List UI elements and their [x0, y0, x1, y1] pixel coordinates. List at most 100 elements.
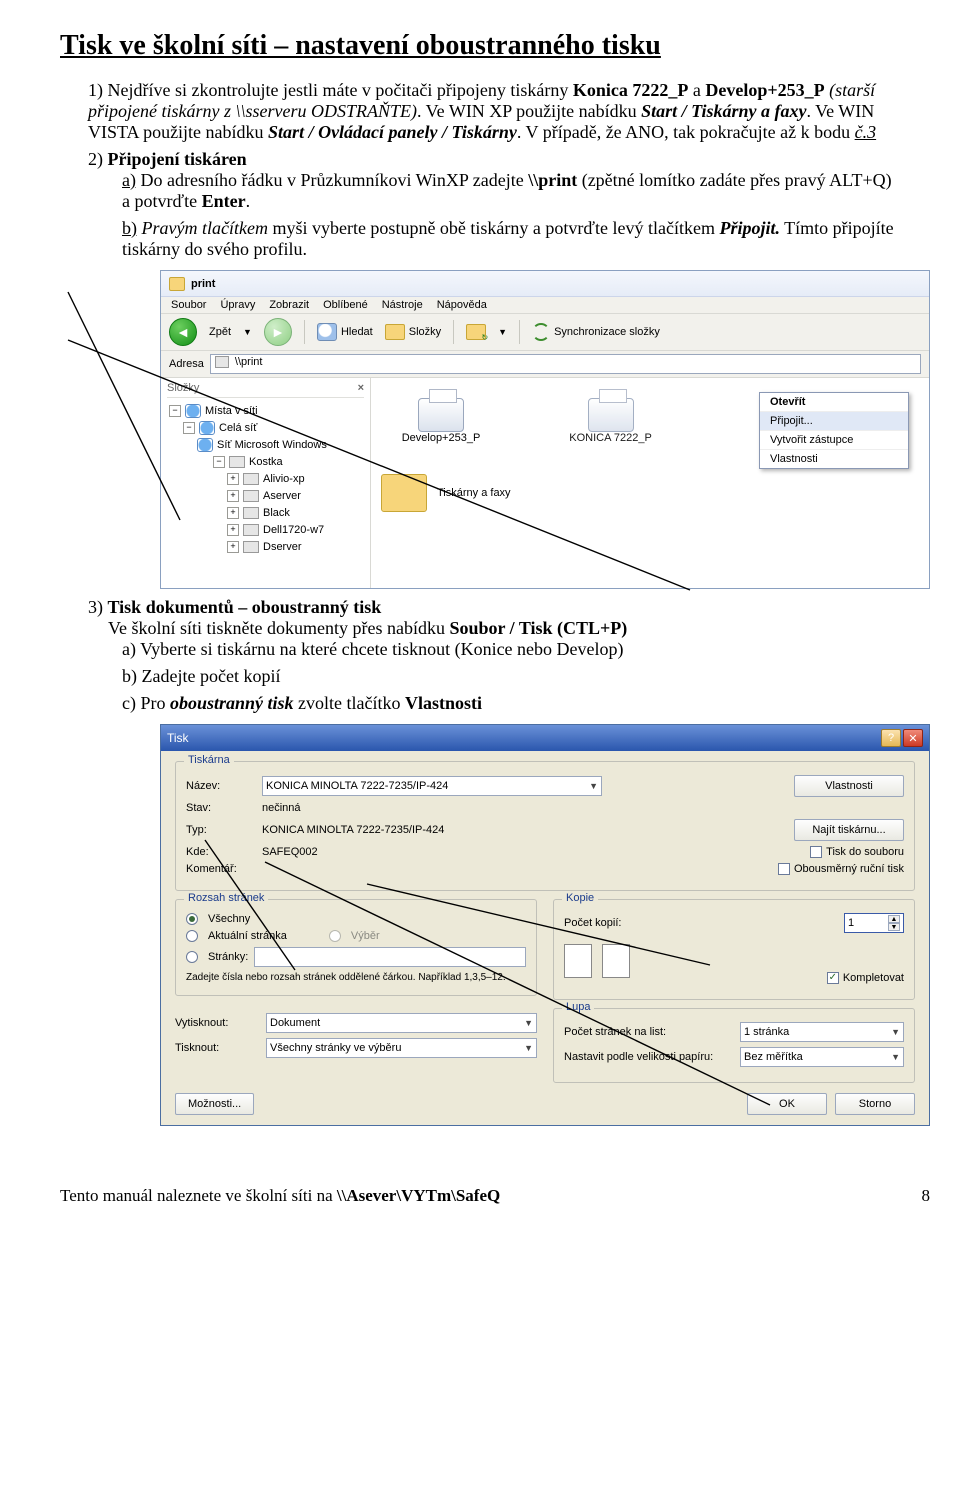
step-3: 3) Tisk dokumentů – oboustranný tisk Ve …: [88, 597, 900, 714]
footer-path: \\Asever\VYTm\SafeQ: [337, 1186, 500, 1205]
search-button[interactable]: Hledat: [317, 323, 373, 341]
menu-napoveda[interactable]: Nápověda: [437, 299, 487, 311]
tree-item[interactable]: Alivio-xp: [263, 473, 305, 485]
forward-button[interactable]: ►: [264, 318, 292, 346]
back-label[interactable]: Zpět: [209, 326, 231, 338]
printer-name-select[interactable]: KONICA MINOLTA 7222-7235/IP-424▼: [262, 776, 602, 796]
printer-item-konica[interactable]: KONICA 7222_P: [551, 398, 671, 444]
ctx-open[interactable]: Otevřít: [760, 393, 908, 411]
collapse-icon[interactable]: −: [169, 405, 181, 417]
lbl-pps: Počet stránek na list:: [564, 1026, 734, 1038]
menu-upravy[interactable]: Úpravy: [220, 299, 255, 311]
t: . Ve WIN XP použijte nabídku: [417, 101, 641, 121]
radio-current[interactable]: [186, 930, 198, 942]
spin-down[interactable]: ▼: [888, 923, 900, 931]
t: zvolte tlačítko: [294, 693, 405, 713]
group-zoom: Lupa Počet stránek na list:1 stránka▼ Na…: [553, 1008, 915, 1083]
t: a: [688, 80, 705, 100]
window-title: print: [191, 278, 215, 290]
lbl-print-pages: Tisknout:: [175, 1042, 260, 1054]
radio-all[interactable]: [186, 913, 198, 925]
lbl-where: Kde:: [186, 846, 256, 858]
menu-nastroje[interactable]: Nástroje: [382, 299, 423, 311]
sync-icon: [532, 323, 550, 341]
printer-item-develop[interactable]: Develop+253_P: [381, 398, 501, 444]
help-button[interactable]: ?: [881, 729, 901, 747]
expand-icon[interactable]: +: [227, 507, 239, 519]
tree-item[interactable]: Black: [263, 507, 290, 519]
t: Nejdříve si zkontrolujte jestli máte v p…: [108, 80, 573, 100]
radio-pages[interactable]: [186, 951, 198, 963]
folder-icon[interactable]: ↻: [466, 324, 486, 340]
tree-item[interactable]: Celá síť: [219, 422, 257, 434]
cancel-button[interactable]: Storno: [835, 1093, 915, 1115]
print-what-select[interactable]: Dokument▼: [266, 1013, 537, 1033]
chk-manual-duplex[interactable]: Obousměrný ruční tisk: [778, 863, 904, 875]
close-icon[interactable]: ×: [358, 382, 364, 394]
t: .: [246, 191, 251, 211]
folder-tree[interactable]: −Místa v síti −Celá síť Síť Microsoft Wi…: [167, 398, 364, 555]
network-places-icon: [185, 404, 201, 418]
tree-item[interactable]: Kostka: [249, 456, 283, 468]
collapse-icon[interactable]: −: [213, 456, 225, 468]
scale-select[interactable]: Bez měřítka▼: [740, 1047, 904, 1067]
ctx-shortcut[interactable]: Vytvořit zástupce: [760, 430, 908, 449]
back-button[interactable]: ◄: [169, 318, 197, 346]
sync-label: Synchronizace složky: [554, 326, 660, 338]
address-input[interactable]: \\print: [210, 354, 921, 374]
val-state: nečinná: [262, 802, 301, 814]
pages-input[interactable]: [254, 947, 526, 967]
item-label: KONICA 7222_P: [569, 432, 652, 444]
printers-folder-item[interactable]: Tiskárny a faxy: [381, 474, 511, 512]
close-button[interactable]: ✕: [903, 729, 923, 747]
options-button[interactable]: Možnosti...: [175, 1093, 254, 1115]
chevron-down-icon[interactable]: ▼: [243, 327, 252, 337]
t: . V případě, že ANO, tak pokračujte až k…: [517, 122, 855, 142]
print-pages-select[interactable]: Všechny stránky ve výběru▼: [266, 1038, 537, 1058]
expand-icon[interactable]: +: [227, 473, 239, 485]
collapse-icon[interactable]: −: [183, 422, 195, 434]
tree-item[interactable]: Dserver: [263, 541, 302, 553]
context-menu: Otevřít Připojit... Vytvořit zástupce Vl…: [759, 392, 909, 469]
collate-illustration: [564, 944, 630, 978]
printer-name-1: Konica 7222_P: [573, 80, 689, 100]
chevron-down-icon: ▼: [891, 1027, 900, 1037]
separator: [519, 320, 520, 344]
sync-button[interactable]: Synchronizace složky: [532, 323, 660, 341]
folders-label: Složky: [409, 326, 441, 338]
search-label: Hledat: [341, 326, 373, 338]
folders-button[interactable]: Složky: [385, 324, 441, 340]
copies-spinner[interactable]: 1 ▲▼: [844, 913, 904, 933]
tree-item[interactable]: Síť Microsoft Windows: [217, 439, 327, 451]
group-title: Lupa: [562, 1001, 594, 1013]
expand-icon[interactable]: +: [227, 524, 239, 536]
duplex: oboustranný tisk: [170, 693, 294, 713]
spin-value: 1: [848, 917, 854, 929]
chevron-down-icon[interactable]: ▼: [498, 327, 507, 337]
ok-button[interactable]: OK: [747, 1093, 827, 1115]
chk-to-file[interactable]: Tisk do souboru: [810, 846, 904, 858]
folder-icon: [381, 474, 427, 512]
tree-item[interactable]: Místa v síti: [205, 405, 258, 417]
menu-oblibene[interactable]: Oblíbené: [323, 299, 368, 311]
tree-item[interactable]: Dell1720-w7: [263, 524, 324, 536]
sub-c-num: c): [122, 693, 136, 713]
expand-icon[interactable]: +: [227, 490, 239, 502]
chk-collate[interactable]: Kompletovat: [827, 972, 904, 984]
network-icon: [199, 421, 215, 435]
properties-button[interactable]: Vlastnosti: [794, 775, 904, 797]
ref: č.3: [855, 122, 877, 142]
pages-per-sheet-select[interactable]: 1 stránka▼: [740, 1022, 904, 1042]
expand-icon[interactable]: +: [227, 541, 239, 553]
t: Zadejte počet kopií: [142, 666, 281, 686]
ctx-connect[interactable]: Připojit...: [760, 411, 908, 430]
tree-item[interactable]: Aserver: [263, 490, 301, 502]
spin-up[interactable]: ▲: [888, 915, 900, 923]
ctx-properties[interactable]: Vlastnosti: [760, 449, 908, 468]
menu-soubor[interactable]: Soubor: [171, 299, 206, 311]
menu-zobrazit[interactable]: Zobrazit: [269, 299, 309, 311]
address-value: \\print: [235, 356, 263, 368]
find-printer-button[interactable]: Najít tiskárnu...: [794, 819, 904, 841]
radio-label: Aktuální stránka: [208, 930, 287, 942]
folder-icon: [385, 324, 405, 340]
